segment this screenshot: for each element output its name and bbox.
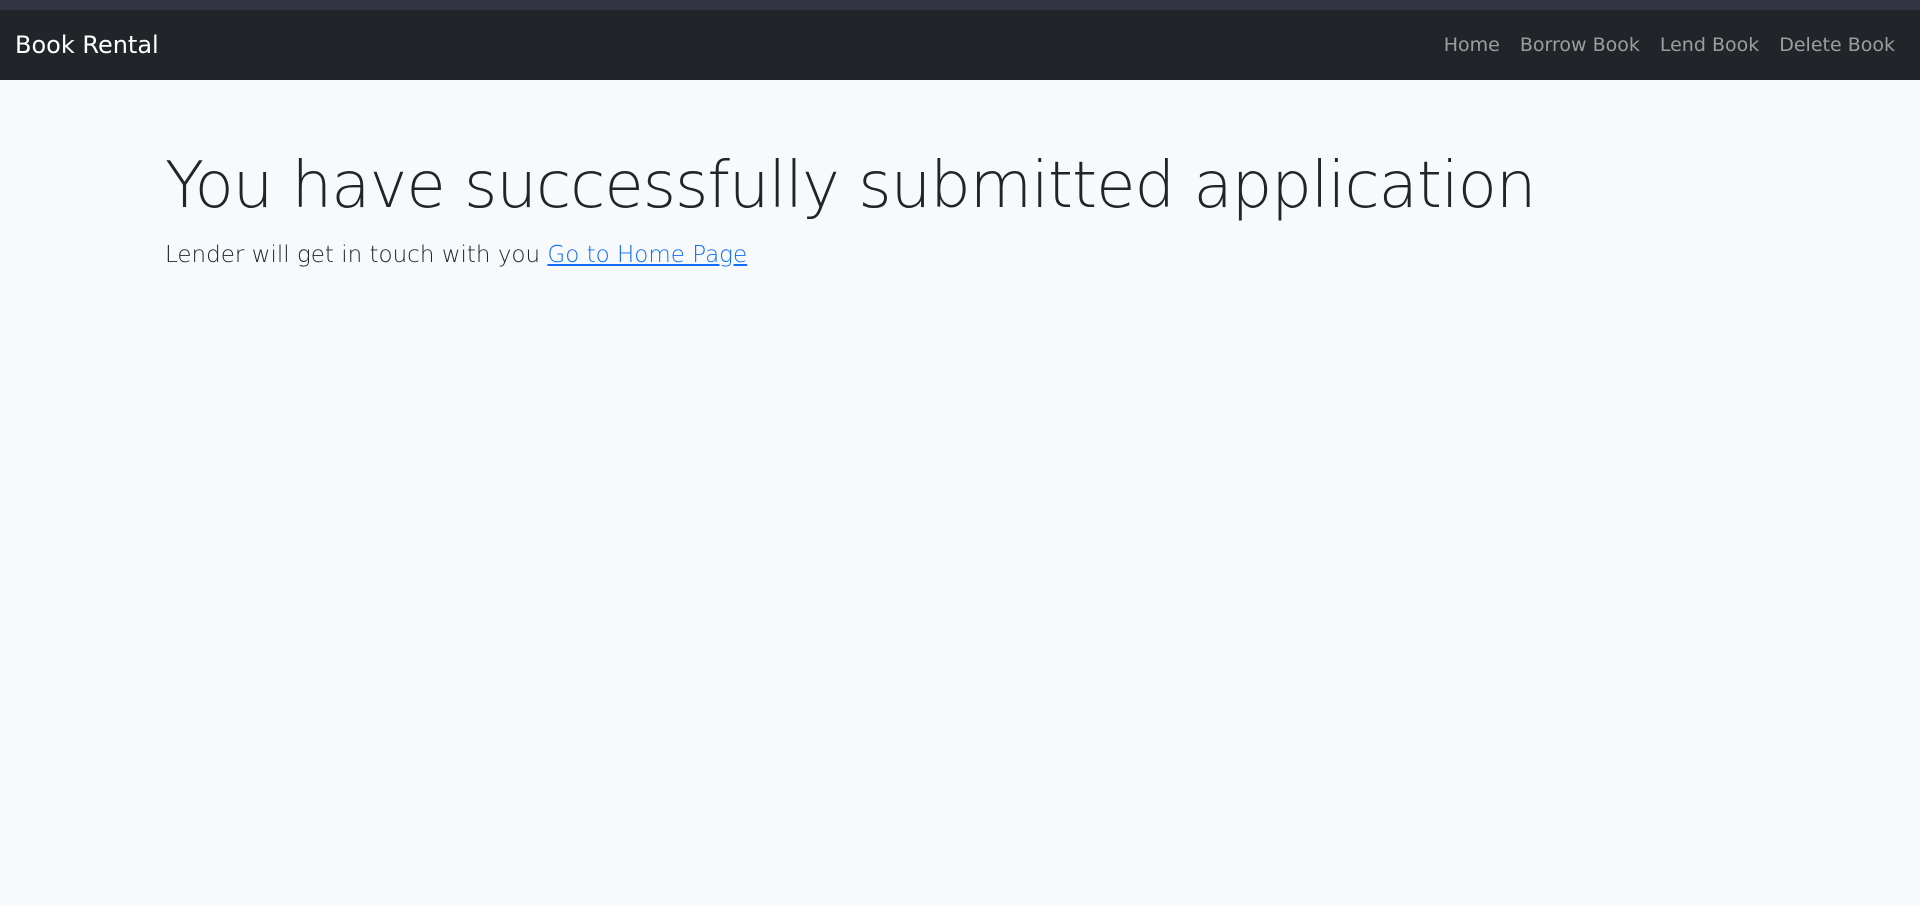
window-top-strip [0,0,1920,10]
nav-link-borrow-book[interactable]: Borrow Book [1520,34,1640,56]
page-title: You have successfully submitted applicat… [165,149,1536,223]
nav-link-home[interactable]: Home [1444,34,1500,56]
nav-link-delete-book[interactable]: Delete Book [1779,34,1895,56]
go-to-home-link[interactable]: Go to Home Page [547,242,747,268]
navbar: Book Rental Home Borrow Book Lend Book D… [0,10,1920,80]
success-message: Lender will get in touch with you Go to … [165,242,1920,268]
success-message-text: Lender will get in touch with you [165,241,541,268]
navbar-brand[interactable]: Book Rental [15,31,159,59]
nav-links: Home Borrow Book Lend Book Delete Book [1444,34,1895,56]
main-content: You have successfully submitted applicat… [0,80,1920,268]
nav-link-lend-book[interactable]: Lend Book [1660,34,1759,56]
